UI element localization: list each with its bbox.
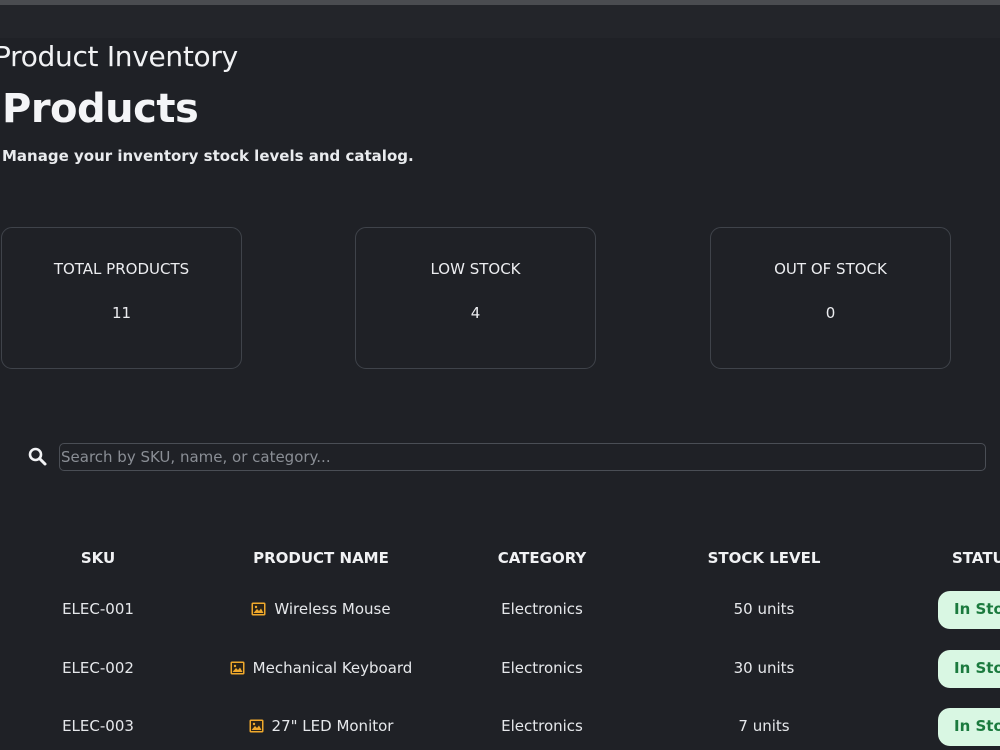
cell-sku: ELEC-003 — [62, 717, 134, 735]
product-name: Mechanical Keyboard — [252, 659, 413, 677]
product-name: 27" LED Monitor — [271, 717, 394, 735]
cell-sku: ELEC-002 — [62, 659, 134, 677]
cell-sku: ELEC-001 — [62, 600, 134, 618]
search-input[interactable] — [59, 443, 986, 471]
column-header-product-name[interactable]: PRODUCT NAME — [200, 549, 442, 567]
cell-category: Electronics — [501, 600, 583, 618]
stat-label: OUT OF STOCK — [774, 260, 887, 278]
stat-card-total-products: TOTAL PRODUCTS 11 — [1, 227, 242, 369]
cell-product-name: 27" LED Monitor — [200, 717, 442, 737]
top-strip — [0, 5, 1000, 38]
stat-card-low-stock: LOW STOCK 4 — [355, 227, 596, 369]
cell-stock-level: 7 units — [738, 717, 790, 735]
column-header-sku[interactable]: SKU — [38, 549, 158, 567]
app-title: Product Inventory — [0, 40, 238, 73]
stat-value: 11 — [111, 304, 132, 322]
page-subtitle: Manage your inventory stock levels and c… — [2, 147, 414, 165]
stat-value: 0 — [825, 304, 836, 322]
cell-stock-level: 30 units — [733, 659, 795, 677]
column-header-category[interactable]: CATEGORY — [472, 549, 612, 567]
stat-value: 4 — [470, 304, 481, 322]
image-icon — [230, 661, 245, 675]
column-header-status[interactable]: STATUS — [952, 549, 1000, 567]
cell-stock-level: 50 units — [733, 600, 795, 618]
status-badge: In Stock — [938, 591, 1000, 629]
column-header-stock-level[interactable]: STOCK LEVEL — [684, 549, 844, 567]
status-badge: In Stock — [938, 708, 1000, 746]
cell-product-name: Wireless Mouse — [200, 600, 442, 620]
cell-category: Electronics — [501, 717, 583, 735]
stat-label: TOTAL PRODUCTS — [53, 260, 190, 278]
stat-card-out-of-stock: OUT OF STOCK 0 — [710, 227, 951, 369]
image-icon — [249, 719, 264, 733]
cell-product-name: Mechanical Keyboard — [200, 659, 442, 679]
page-title: Products — [2, 86, 199, 132]
status-badge: In Stock — [938, 650, 1000, 688]
stat-label: LOW STOCK — [430, 260, 521, 278]
product-name: Wireless Mouse — [274, 600, 391, 618]
image-icon — [251, 602, 266, 616]
search-icon — [28, 447, 47, 466]
cell-category: Electronics — [501, 659, 583, 677]
